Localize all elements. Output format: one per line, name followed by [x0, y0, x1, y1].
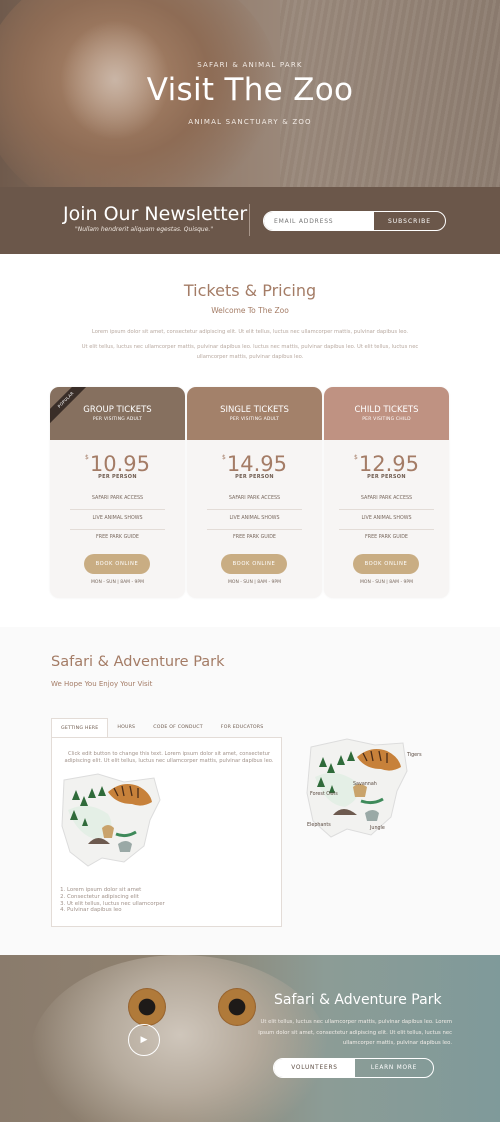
tab-panel-text: Click edit button to change this text. L…: [64, 751, 274, 764]
feature-divider: [70, 509, 165, 510]
feature-divider: [339, 509, 434, 510]
book-online-button[interactable]: BOOK ONLINE: [221, 554, 287, 574]
bottom-text: Ut elit tellus, luctus nec ullamcorper m…: [258, 1019, 452, 1046]
list-item: Lorem ipsum dolor sit amet: [67, 887, 165, 894]
feature-item: SAFARI PARK ACCESS: [91, 496, 144, 501]
learn-more-button[interactable]: LEARN MORE: [355, 1059, 433, 1077]
map-label-elephants: Elephants: [307, 823, 331, 828]
ticket-price: $10.95: [50, 452, 185, 476]
per-person-label: PER PERSON: [98, 474, 137, 480]
hero-subtitle: ANIMAL SANCTUARY & ZOO: [188, 118, 312, 126]
tab-code-of-conduct[interactable]: CODE OF CONDUCT: [144, 718, 212, 737]
feature-item: SAFARI PARK ACCESS: [360, 496, 413, 501]
safari-subtitle: We Hope You Enjoy Your Visit: [51, 680, 153, 688]
opening-hours: MON - SUN | 8AM - 9PM: [228, 580, 281, 585]
getting-here-list: Lorem ipsum dolor sit amet Consectetur a…: [67, 887, 165, 914]
map-label-tigers: Tigers: [407, 753, 422, 758]
ticket-name: CHILD TICKETS: [354, 405, 419, 415]
feature-item: FREE PARK GUIDE: [233, 535, 276, 540]
feature-item: FREE PARK GUIDE: [365, 535, 408, 540]
list-item: Pulvinar dapibus leo: [67, 907, 165, 914]
opening-hours: MON - SUN | 8AM - 9PM: [91, 580, 144, 585]
feature-item: LIVE ANIMAL SHOWS: [361, 516, 412, 521]
tab-getting-here[interactable]: GETTING HERE: [51, 718, 109, 737]
play-video-icon[interactable]: ▶: [128, 1024, 160, 1056]
owl-eye-right: [218, 988, 256, 1026]
owl-eye-left: [128, 988, 166, 1026]
map-label-savannah: Savannah: [353, 782, 377, 787]
pricing-paragraph-2: Ut elit tellus, luctus nec ullamcorper m…: [81, 344, 419, 360]
ticket-card-header: SINGLE TICKETS PER VISITING ADULT: [187, 387, 322, 440]
map-label-jungle: Jungle: [370, 826, 385, 831]
feature-divider: [70, 529, 165, 530]
price-value: 10.95: [89, 452, 150, 476]
hero-eyebrow: SAFARI & ANIMAL PARK: [197, 61, 303, 69]
opening-hours: MON - SUN | 8AM - 9PM: [360, 580, 413, 585]
currency-symbol: $: [222, 454, 226, 461]
hero-title: Visit The Zoo: [146, 72, 354, 108]
price-value: 14.95: [226, 452, 287, 476]
feature-item: FREE PARK GUIDE: [96, 535, 139, 540]
safari-title: Safari & Adventure Park: [51, 654, 225, 670]
book-online-button[interactable]: BOOK ONLINE: [84, 554, 150, 574]
feature-divider: [207, 529, 302, 530]
feature-item: LIVE ANIMAL SHOWS: [92, 516, 143, 521]
feature-item: SAFARI PARK ACCESS: [228, 496, 281, 501]
ticket-per: PER VISITING CHILD: [362, 417, 411, 422]
book-online-button[interactable]: BOOK ONLINE: [353, 554, 419, 574]
price-value: 12.95: [358, 452, 419, 476]
ticket-name: SINGLE TICKETS: [220, 405, 289, 415]
info-tabs: GETTING HERE HOURS CODE OF CONDUCT FOR E…: [51, 718, 272, 737]
ticket-per: PER VISITING ADULT: [92, 417, 143, 422]
currency-symbol: $: [85, 454, 89, 461]
newsletter-title: Join Our Newsletter: [63, 203, 248, 225]
per-person-label: PER PERSON: [367, 474, 406, 480]
bottom-title: Safari & Adventure Park: [274, 992, 442, 1008]
newsletter-divider: [249, 204, 250, 236]
newsletter-form: SUBSCRIBE: [263, 211, 446, 231]
feature-divider: [207, 509, 302, 510]
pricing-subtitle: Welcome To The Zoo: [211, 306, 289, 315]
tab-hours[interactable]: HOURS: [108, 718, 144, 737]
currency-symbol: $: [354, 454, 358, 461]
pricing-title: Tickets & Pricing: [183, 281, 317, 300]
pricing-paragraph-1: Lorem ipsum dolor sit amet, consectetur …: [91, 329, 409, 335]
ticket-name: GROUP TICKETS: [83, 405, 152, 415]
list-item: Consectetur adipiscing elit: [67, 894, 165, 901]
map-label-forest-owls: Forest Owls: [310, 792, 338, 797]
bottom-button-group: VOLUNTEERS LEARN MORE: [273, 1058, 434, 1078]
subscribe-button[interactable]: SUBSCRIBE: [374, 212, 445, 230]
park-map-small-illustration: [61, 773, 161, 867]
ticket-price: $12.95: [324, 452, 449, 476]
ticket-card-header: CHILD TICKETS PER VISITING CHILD: [324, 387, 449, 440]
email-input[interactable]: [264, 212, 374, 230]
ticket-price: $14.95: [187, 452, 322, 476]
tab-for-educators[interactable]: FOR EDUCATORS: [212, 718, 273, 737]
volunteers-button[interactable]: VOLUNTEERS: [274, 1059, 355, 1077]
feature-divider: [339, 529, 434, 530]
newsletter-quote: "Nullam hendrerit aliquam egestas. Quisq…: [75, 226, 214, 233]
ticket-per: PER VISITING ADULT: [229, 417, 280, 422]
feature-item: LIVE ANIMAL SHOWS: [229, 516, 280, 521]
per-person-label: PER PERSON: [235, 474, 274, 480]
list-item: Ut elit tellus, luctus nec ullamcorper: [67, 901, 165, 908]
